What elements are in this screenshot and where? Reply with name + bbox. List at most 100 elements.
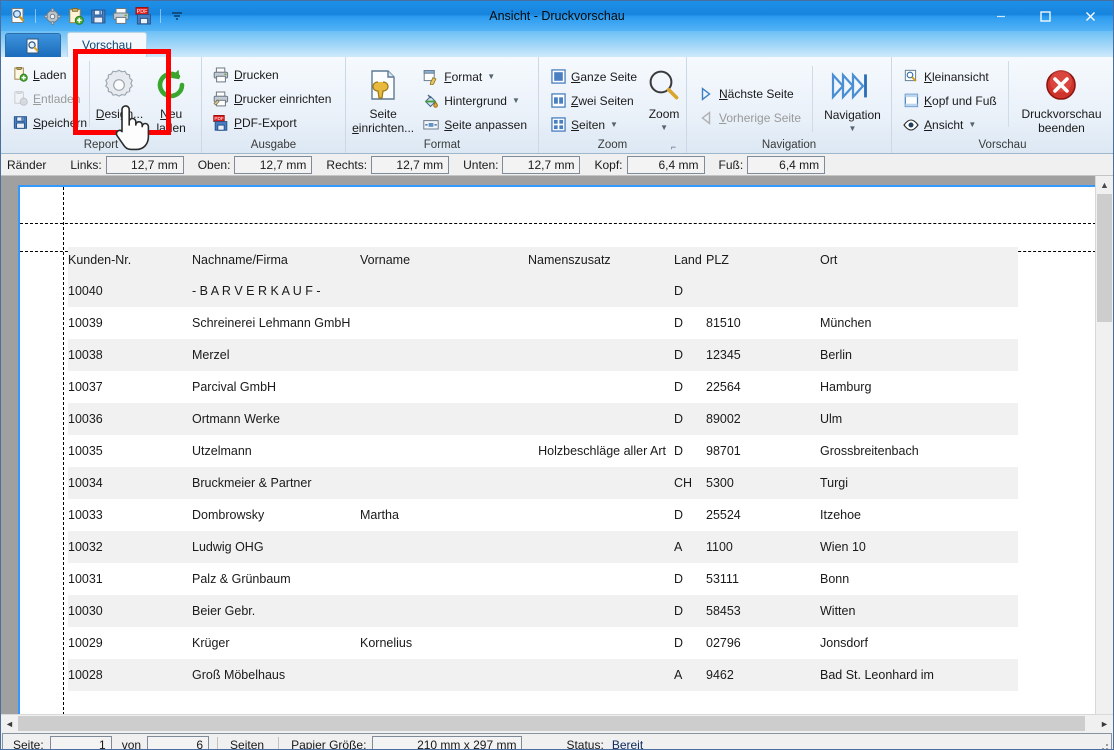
- load-report-icon[interactable]: [65, 6, 85, 26]
- naechste-seite-button[interactable]: Nächste Seite: [692, 83, 806, 106]
- cell-plz: 98701: [706, 444, 741, 458]
- cell-land: D: [674, 595, 706, 627]
- cell-namenszusatz: [528, 339, 674, 371]
- page-number-input[interactable]: [49, 736, 112, 749]
- seite-einrichten-label: Seite einrichten...: [352, 107, 415, 135]
- cell-namenszusatz: [528, 531, 674, 563]
- preview-vertical-scrollbar[interactable]: ▲: [1095, 176, 1113, 714]
- group-title-format: Format: [423, 139, 461, 151]
- cell-land: D: [674, 508, 684, 522]
- maximize-button[interactable]: [1023, 1, 1068, 31]
- pdf-export-button[interactable]: PDF PDF-Export: [207, 111, 337, 134]
- pdf-export-icon[interactable]: PDF: [134, 6, 154, 26]
- cell-ort: Bad St. Leonhard im: [820, 659, 1018, 691]
- entladen-button[interactable]: Entladen: [6, 87, 84, 110]
- kopf-und-fuss-button[interactable]: Kopf und Fuß: [897, 89, 1002, 112]
- col-vorname: Vorname: [360, 247, 528, 275]
- format-label: Format: [444, 69, 483, 84]
- zoom-dialog-launcher[interactable]: ⌐: [668, 141, 679, 152]
- hintergrund-button[interactable]: Hintergrund ▼: [417, 89, 533, 112]
- druckvorschau-beenden-button[interactable]: Druckvorschau beenden: [1015, 61, 1108, 136]
- ganze-seite-button[interactable]: Ganze Seite: [544, 65, 643, 88]
- cell-plz: [706, 275, 820, 307]
- scroll-right-arrow[interactable]: ►: [1096, 715, 1113, 732]
- margins-title: Ränder: [7, 157, 47, 172]
- preview-icon[interactable]: [9, 6, 29, 26]
- speichern-label: Speichern: [33, 115, 88, 130]
- vorherige-seite-button[interactable]: Vorherige Seite: [692, 107, 806, 130]
- table-row: 10033 Dombrowsky Martha D 25524 Itzehoe: [68, 499, 1018, 531]
- print-icon[interactable]: [111, 6, 131, 26]
- cell-vorname: [360, 403, 528, 435]
- druckvorschau-beenden-label: Druckvorschau beenden: [1021, 107, 1102, 135]
- title-bar: PDF Ansicht - Druckvorschau: [1, 1, 1113, 31]
- paper-size-input[interactable]: [372, 736, 523, 749]
- laden-icon: [12, 67, 28, 83]
- col-nachname-firma: Nachname/Firma: [192, 247, 360, 275]
- status-value-input[interactable]: [609, 736, 1095, 749]
- neu-laden-button[interactable]: Neu laden: [146, 61, 196, 136]
- drucker-einrichten-button[interactable]: Drucker einrichten: [207, 87, 337, 110]
- settings-gear-icon[interactable]: [42, 6, 62, 26]
- report-content: Kunden-Nr. Nachname/Firma Vorname Namens…: [20, 247, 1095, 691]
- col-kunden-nr: Kunden-Nr.: [68, 247, 192, 275]
- zwei-seiten-button[interactable]: Zwei Seiten: [544, 89, 643, 112]
- table-row: 10035 Utzelmann Holzbeschläge aller Art D 98…: [68, 435, 1018, 467]
- save-icon[interactable]: [88, 6, 108, 26]
- design-label: Design...: [95, 107, 144, 121]
- close-button[interactable]: [1068, 1, 1113, 31]
- design-button[interactable]: Design...: [95, 61, 145, 131]
- cell-land: CH: [674, 467, 706, 499]
- laden-button[interactable]: Laden: [6, 63, 84, 86]
- drucken-button[interactable]: Drucken: [207, 63, 337, 86]
- application-tab[interactable]: [5, 33, 61, 57]
- scroll-up-arrow[interactable]: ▲: [1096, 176, 1113, 194]
- cell-ort: Witten: [820, 595, 1018, 627]
- total-pages-input[interactable]: [147, 736, 210, 749]
- margin-header-input[interactable]: [626, 155, 705, 174]
- scroll-left-arrow[interactable]: ◄: [1, 715, 18, 732]
- speichern-button[interactable]: Speichern: [6, 111, 88, 134]
- cell-kunden-nr: 10038: [68, 339, 192, 371]
- margin-footer-label: Fuß:: [718, 157, 744, 172]
- vertical-scroll-track[interactable]: [1096, 194, 1113, 714]
- cell-kunden-nr: 10028: [68, 659, 192, 691]
- horizontal-scroll-thumb[interactable]: [18, 716, 1085, 731]
- minimize-button[interactable]: [978, 1, 1023, 31]
- margin-footer-input[interactable]: [747, 155, 826, 174]
- seiten-label: Seiten: [571, 117, 606, 132]
- vertical-scroll-thumb[interactable]: [1097, 194, 1112, 322]
- kleinansicht-button[interactable]: Kleinansicht: [897, 65, 1002, 88]
- tab-vorschau[interactable]: Vorschau: [67, 32, 148, 57]
- seite-anpassen-button[interactable]: Seite anpassen: [417, 113, 533, 136]
- cell-nachname-firma: Dombrowsky: [192, 508, 265, 522]
- cell-vorname: [360, 435, 528, 467]
- customize-dropdown-icon[interactable]: [167, 6, 187, 26]
- resize-grip[interactable]: [1098, 744, 1108, 749]
- margin-left-input[interactable]: [105, 155, 184, 174]
- entladen-label: Entladen: [33, 91, 81, 106]
- margin-bottom-input[interactable]: [502, 155, 581, 174]
- close-preview-icon: [1043, 66, 1079, 104]
- chevron-down-icon: ▼: [610, 120, 618, 129]
- preview-scroll-region[interactable]: Kunden-Nr. Nachname/Firma Vorname Namens…: [1, 176, 1095, 714]
- cell-namenszusatz: [528, 275, 674, 307]
- ribbon-tabstrip: Vorschau: [1, 31, 1113, 57]
- ansicht-button[interactable]: Ansicht ▼: [897, 113, 1002, 136]
- margin-right-input[interactable]: [371, 155, 450, 174]
- eye-icon: [903, 117, 919, 133]
- format-button[interactable]: Format ▼: [417, 65, 533, 88]
- cell-vorname: [360, 307, 528, 339]
- seiten-button[interactable]: Seiten ▼: [544, 113, 643, 136]
- cell-ort: [820, 275, 1018, 307]
- ribbon-group-format: Seite einrichten... Format ▼ Hintergrund…: [345, 57, 538, 153]
- margin-top-input[interactable]: [234, 155, 313, 174]
- printer-setup-icon: [213, 91, 229, 107]
- navigation-button[interactable]: Navigation ▼: [819, 62, 886, 137]
- cell-vorname: [360, 371, 528, 403]
- group-title-ausgabe: Ausgabe: [250, 139, 297, 151]
- zoom-button[interactable]: Zoom ▼: [645, 61, 683, 136]
- seite-einrichten-button[interactable]: Seite einrichten...: [351, 61, 415, 136]
- horizontal-scroll-track[interactable]: [18, 715, 1096, 732]
- preview-horizontal-scrollbar[interactable]: ◄ ►: [1, 714, 1113, 732]
